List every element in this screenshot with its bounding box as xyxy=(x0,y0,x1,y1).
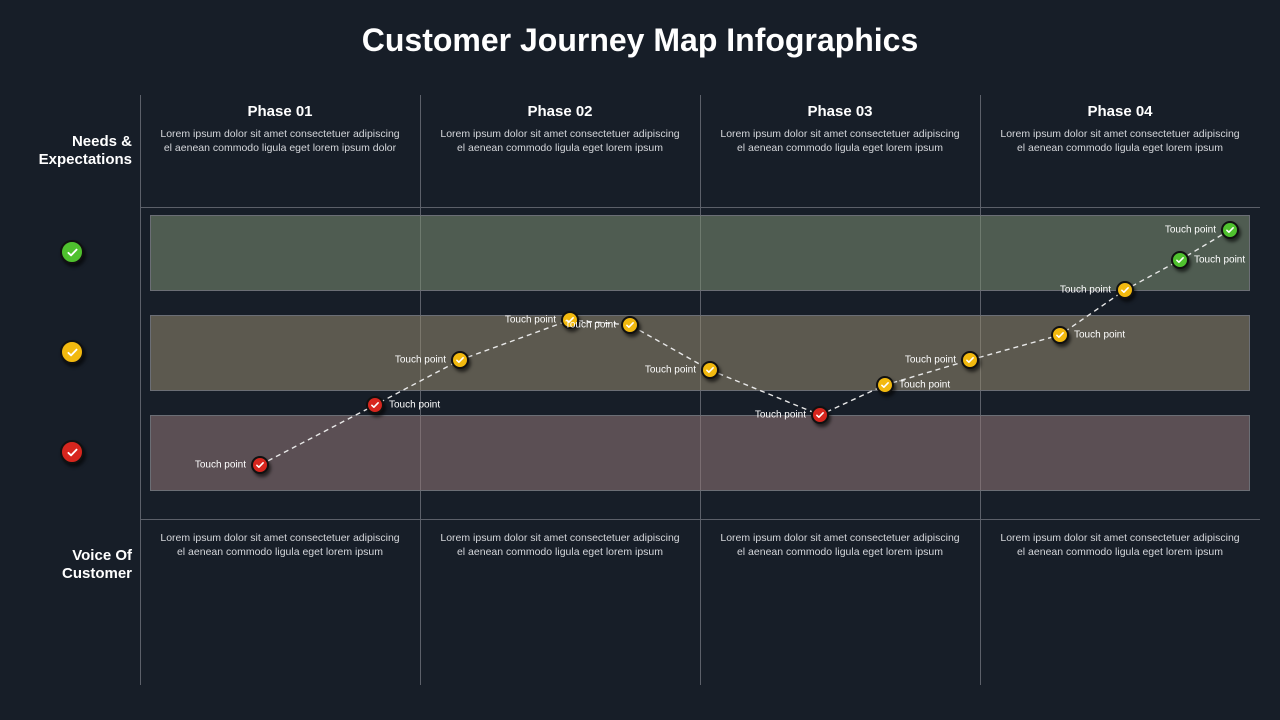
voice-desc: Lorem ipsum dolor sit amet consectetuer … xyxy=(430,531,690,559)
touchpoint-dot xyxy=(366,396,384,414)
row-label-voice: Voice Of Customer xyxy=(20,547,132,583)
page-title: Customer Journey Map Infographics xyxy=(0,0,1280,59)
row-label-needs: Needs & Expectations xyxy=(20,133,132,169)
zone-neutral xyxy=(150,315,1250,391)
legend-positive-icon xyxy=(60,240,84,264)
phase-label: Phase 04 xyxy=(980,103,1260,120)
voice-desc: Lorem ipsum dolor sit amet consectetuer … xyxy=(710,531,970,559)
touchpoint-label: Touch point xyxy=(375,400,440,411)
legend-neutral-icon xyxy=(60,340,84,364)
zone-positive xyxy=(150,215,1250,291)
phase-desc: Lorem ipsum dolor sit amet consectetuer … xyxy=(150,127,410,155)
phase-desc: Lorem ipsum dolor sit amet consectetuer … xyxy=(430,127,690,155)
divider xyxy=(140,207,1260,208)
zone-negative xyxy=(150,415,1250,491)
journey-map: Phase 01 Phase 02 Phase 03 Phase 04 Lore… xyxy=(20,95,1260,685)
voice-desc: Lorem ipsum dolor sit amet consectetuer … xyxy=(990,531,1250,559)
voice-desc: Lorem ipsum dolor sit amet consectetuer … xyxy=(150,531,410,559)
divider xyxy=(140,95,141,685)
phase-label: Phase 01 xyxy=(140,103,420,120)
phase-desc: Lorem ipsum dolor sit amet consectetuer … xyxy=(710,127,970,155)
divider xyxy=(140,519,1260,520)
phase-label: Phase 02 xyxy=(420,103,700,120)
phase-desc: Lorem ipsum dolor sit amet consectetuer … xyxy=(990,127,1250,155)
phase-label: Phase 03 xyxy=(700,103,980,120)
legend-negative-icon xyxy=(60,440,84,464)
